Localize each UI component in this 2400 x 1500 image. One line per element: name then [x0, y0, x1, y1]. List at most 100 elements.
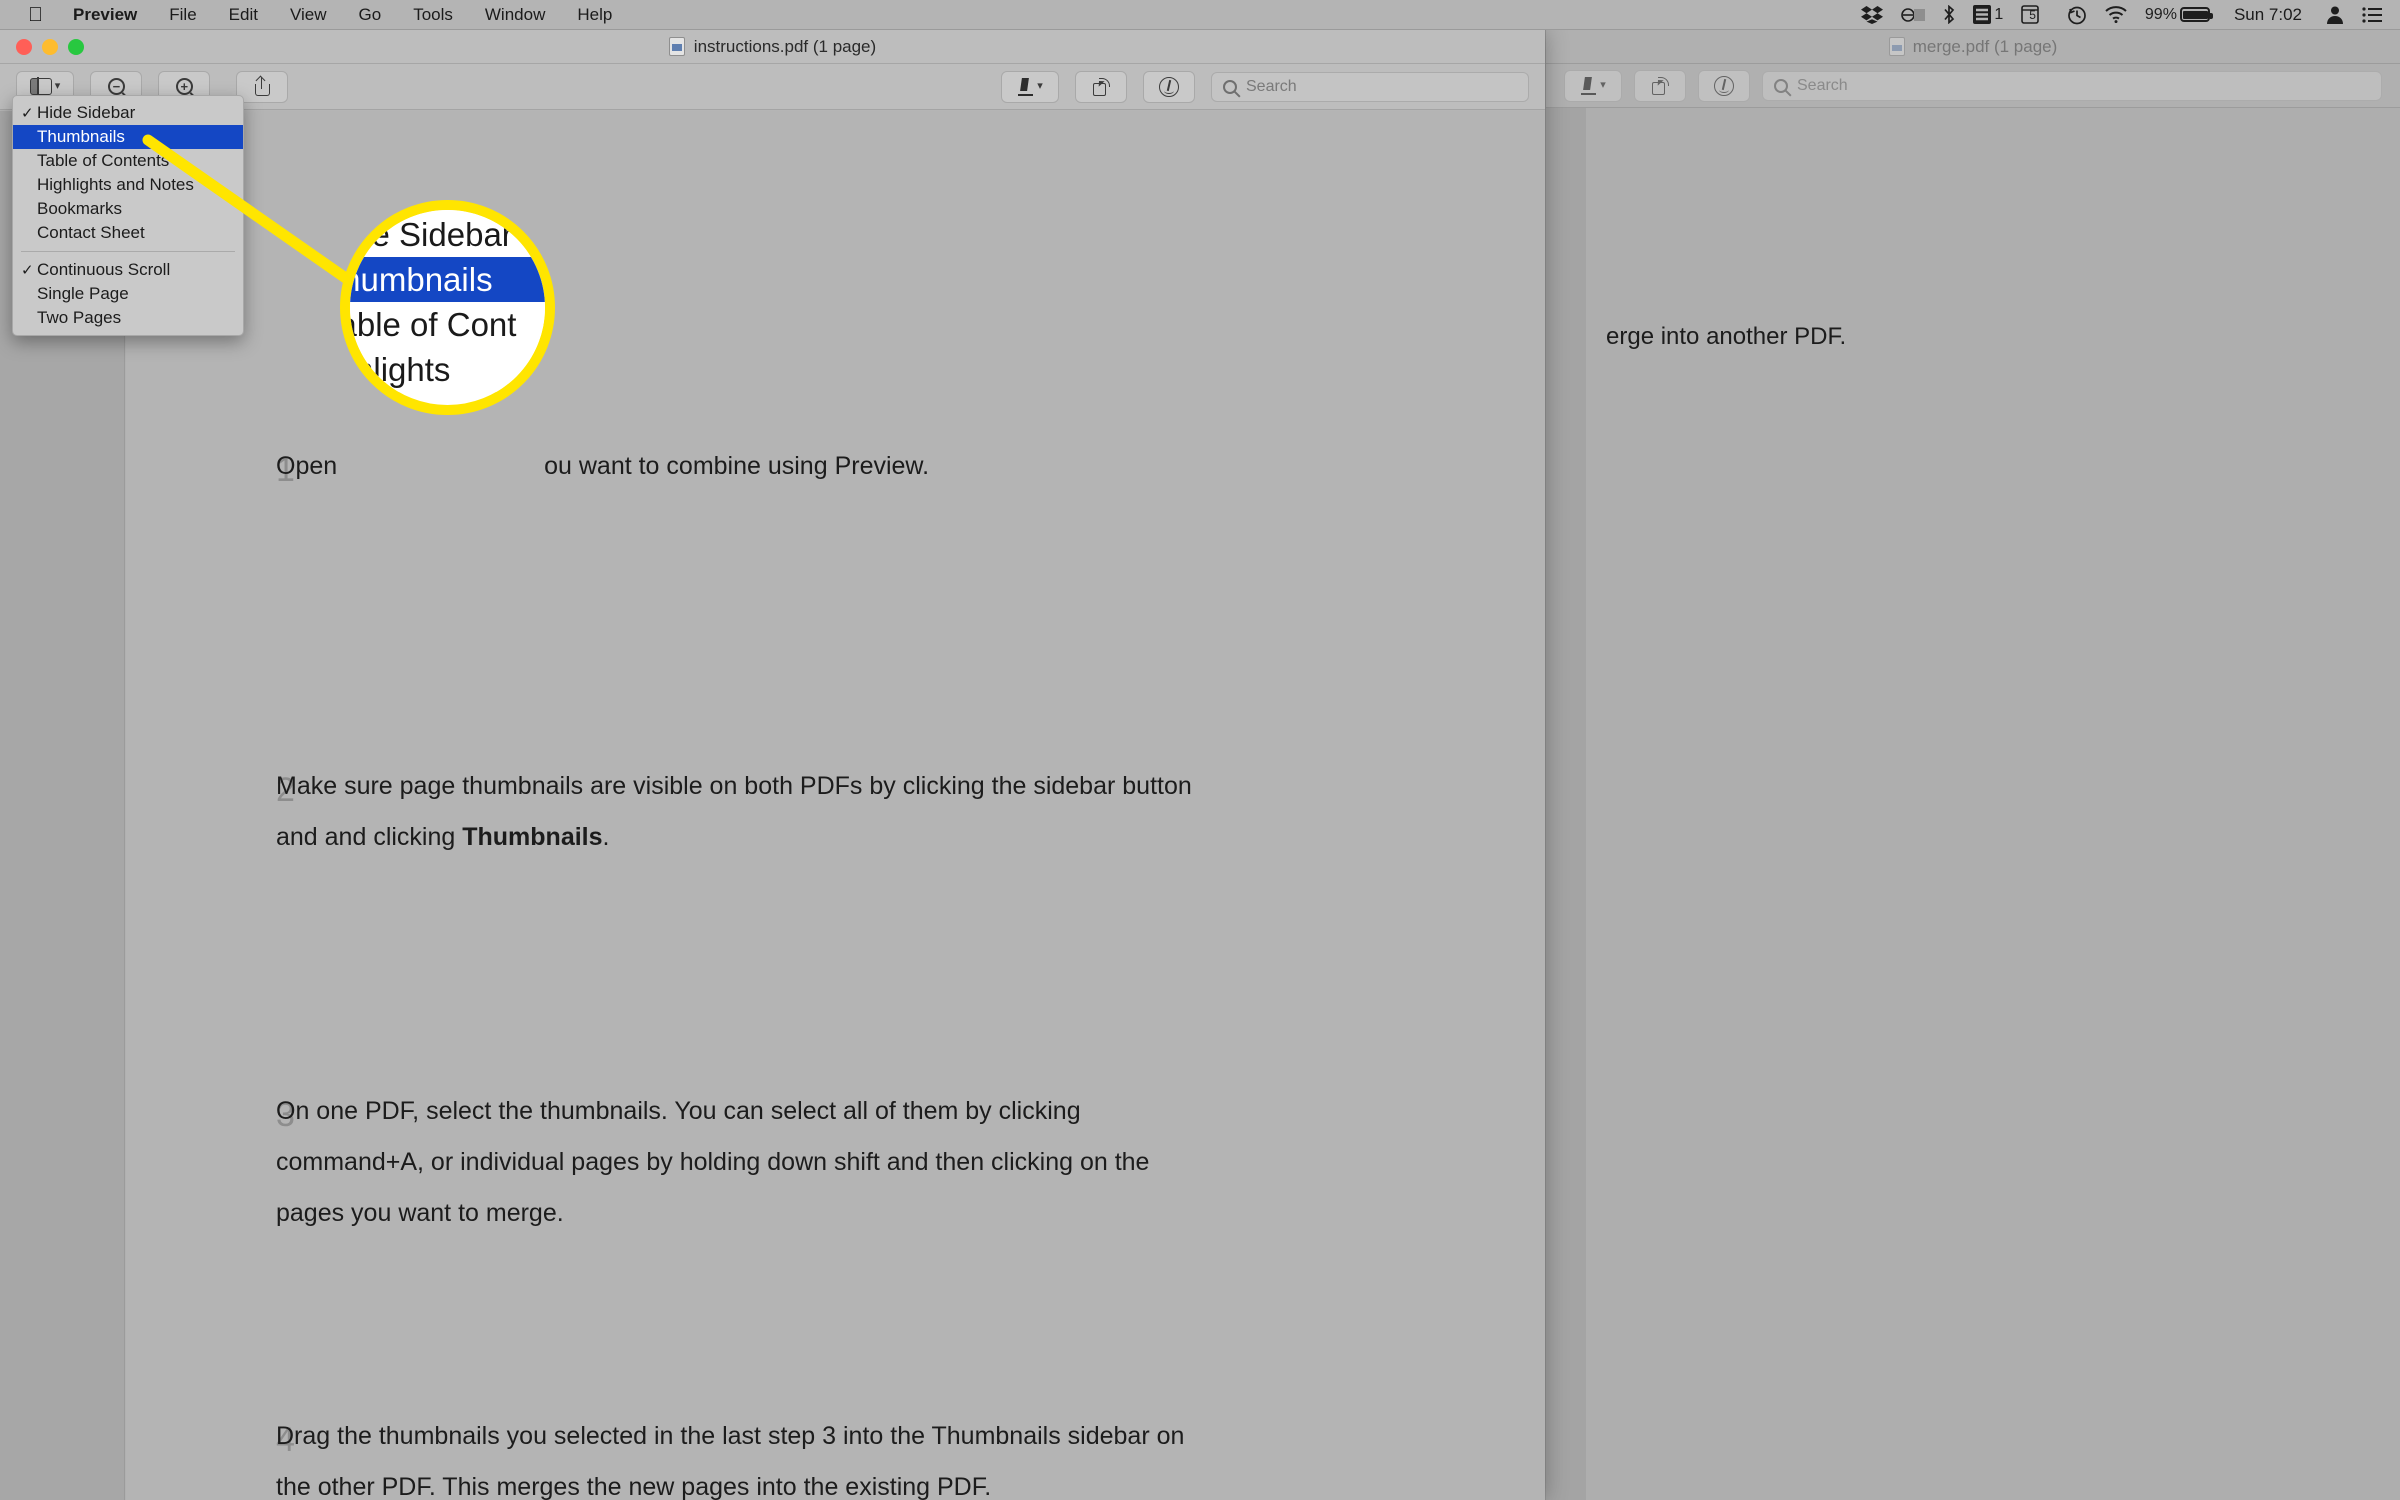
magnified-row-thumbnails-label: Thumbnails	[340, 261, 493, 299]
battery-status[interactable]: 99%	[2145, 6, 2210, 24]
step-3-line-2: command+A, or individual pages by holdin…	[276, 1137, 1321, 1188]
background-window-titlebar: merge.pdf (1 page)	[1546, 30, 2400, 64]
markup-pen-icon	[1017, 78, 1034, 96]
markup-pen-icon	[1580, 77, 1597, 95]
menu-option-hide-sidebar[interactable]: ✓ Hide Sidebar	[13, 101, 243, 125]
time-machine-icon[interactable]	[2067, 5, 2087, 25]
menu-option-continuous-scroll[interactable]: ✓ Continuous Scroll	[13, 258, 243, 282]
rotate-icon	[1092, 78, 1110, 96]
bg-sign-button[interactable]	[1698, 70, 1750, 102]
battery-percent: 99%	[2145, 6, 2177, 24]
pdf-page: 1 Open ou want to combine using Preview.…	[126, 111, 1545, 1500]
calendar-day: 5	[2029, 8, 2036, 22]
control-center-icon[interactable]	[2362, 7, 2382, 23]
wifi-icon[interactable]	[2105, 6, 2127, 23]
menu-option-highlights-and-notes[interactable]: Highlights and Notes	[13, 173, 243, 197]
chevron-down-icon: ▾	[55, 81, 61, 92]
step-4-text: Drag the thumbnails you selected in the …	[276, 1411, 1321, 1500]
rotate-button[interactable]	[1075, 71, 1127, 103]
apple-logo-icon[interactable]: 	[14, 1, 57, 29]
menu-bar-left:  Preview File Edit View Go Tools Window…	[0, 0, 628, 30]
rotate-icon	[1651, 77, 1669, 95]
zoom-window-button[interactable]	[68, 39, 84, 55]
zoom-out-icon: −	[108, 78, 125, 95]
macos-menu-bar:  Preview File Edit View Go Tools Window…	[0, 0, 2400, 30]
minus-sign: −	[110, 80, 123, 93]
step-2-line-2: and and clicking Thumbnails.	[276, 812, 1321, 863]
menu-option-table-of-contents[interactable]: Table of Contents	[13, 149, 243, 173]
menu-option-continuous-scroll-label: Continuous Scroll	[37, 260, 170, 280]
magnified-zoom-in-button	[546, 200, 555, 201]
bg-markup-button[interactable]: ▾	[1564, 70, 1622, 102]
menu-item-preview[interactable]: Preview	[57, 0, 153, 30]
menu-item-window[interactable]: Window	[469, 0, 561, 30]
bluetooth-icon[interactable]	[1943, 5, 1955, 24]
traffic-light-buttons	[0, 39, 84, 55]
menu-item-tools[interactable]: Tools	[397, 0, 469, 30]
window-title-group: instructions.pdf (1 page)	[0, 37, 1545, 57]
menu-item-file[interactable]: File	[153, 0, 212, 30]
sign-annotate-icon	[1714, 76, 1734, 96]
background-window-document: erge into another PDF.	[1546, 108, 2400, 1500]
background-window-merge-pdf[interactable]: merge.pdf (1 page) ▾ Search erge into an…	[1545, 30, 2400, 1500]
menu-option-hide-sidebar-label: Hide Sidebar	[37, 103, 135, 123]
chevron-down-icon: ▾	[1037, 81, 1043, 92]
step-1-text-after: ou want to combine using Preview.	[544, 452, 929, 480]
menu-option-thumbnails[interactable]: Thumbnails	[13, 125, 243, 149]
menu-item-go[interactable]: Go	[343, 0, 398, 30]
menu-bar-clock[interactable]: Sun 7:02	[2228, 5, 2308, 25]
bg-search-placeholder: Search	[1797, 77, 1848, 95]
magnified-row-hide-sidebar: ✓ Hide Sidebar	[340, 212, 555, 257]
dropbox-icon[interactable]	[1861, 6, 1883, 24]
sign-annotate-icon	[1159, 77, 1179, 97]
share-icon	[255, 77, 270, 96]
close-button[interactable]	[16, 39, 32, 55]
sign-button[interactable]	[1143, 71, 1195, 103]
magnifier-callout: − ✓ Hide Sidebar Thumbnails Table of Con…	[340, 200, 555, 415]
zoom-in-icon: +	[176, 78, 193, 95]
menu-option-bookmarks[interactable]: Bookmarks	[13, 197, 243, 221]
step-1-text: Open ou want to combine using Preview.	[276, 441, 929, 492]
checkmark-icon: ✓	[21, 104, 37, 122]
menu-option-contact-sheet[interactable]: Contact Sheet	[13, 221, 243, 245]
search-input[interactable]: Search	[1211, 72, 1529, 102]
step-2-line2-pre: and and clicking	[276, 823, 462, 851]
minimize-button[interactable]	[42, 39, 58, 55]
menu-option-single-page[interactable]: Single Page	[13, 282, 243, 306]
magnified-row-thumbnails: Thumbnails	[340, 257, 555, 302]
menu-option-highlights-and-notes-label: Highlights and Notes	[37, 175, 194, 195]
menu-option-bookmarks-label: Bookmarks	[37, 199, 122, 219]
magnifier-circle: − ✓ Hide Sidebar Thumbnails Table of Con…	[340, 200, 555, 415]
calendar-icon[interactable]: 5	[2021, 5, 2049, 24]
magnified-row-highlights: lighlights	[340, 347, 555, 392]
menu-item-view[interactable]: View	[274, 0, 343, 30]
things-icon[interactable]: 1	[1973, 5, 2003, 24]
search-icon	[1223, 80, 1237, 94]
step-2-line2-post: .	[603, 823, 610, 851]
menu-option-two-pages[interactable]: Two Pages	[13, 306, 243, 330]
step-3-text: On one PDF, select the thumbnails. You c…	[276, 1086, 1321, 1239]
step-2-line-1: Make sure page thumbnails are visible on…	[276, 761, 1321, 812]
magnified-content: − ✓ Hide Sidebar Thumbnails Table of Con…	[340, 200, 555, 392]
menu-item-help[interactable]: Help	[561, 0, 628, 30]
pdf-document-icon	[669, 37, 685, 56]
checkmark-icon: ✓	[21, 261, 37, 279]
magnified-row-highlights-label: lighlights	[340, 351, 450, 389]
step-3-line-1: On one PDF, select the thumbnails. You c…	[276, 1086, 1321, 1137]
menu-item-edit[interactable]: Edit	[213, 0, 274, 30]
magnified-sidebar-button	[362, 200, 440, 201]
markup-button[interactable]: ▾	[1001, 71, 1059, 103]
app-status-icon[interactable]	[1901, 6, 1925, 24]
step-2-line2-bold: Thumbnails	[462, 823, 602, 851]
magnified-row-hide-sidebar-label: Hide Sidebar	[340, 216, 513, 254]
menu-option-two-pages-label: Two Pages	[37, 308, 121, 328]
background-document-text: erge into another PDF.	[1606, 323, 1846, 351]
sidebar-view-dropdown-menu[interactable]: ✓ Hide Sidebar Thumbnails Table of Conte…	[12, 95, 244, 336]
search-placeholder: Search	[1246, 78, 1297, 96]
bg-rotate-button[interactable]	[1634, 70, 1686, 102]
window-titlebar: instructions.pdf (1 page)	[0, 30, 1545, 64]
user-account-icon[interactable]	[2326, 5, 2344, 24]
bg-search-input[interactable]: Search	[1762, 71, 2382, 101]
menu-option-single-page-label: Single Page	[37, 284, 129, 304]
magnified-row-table-of-contents-label: Table of Cont	[340, 306, 516, 344]
